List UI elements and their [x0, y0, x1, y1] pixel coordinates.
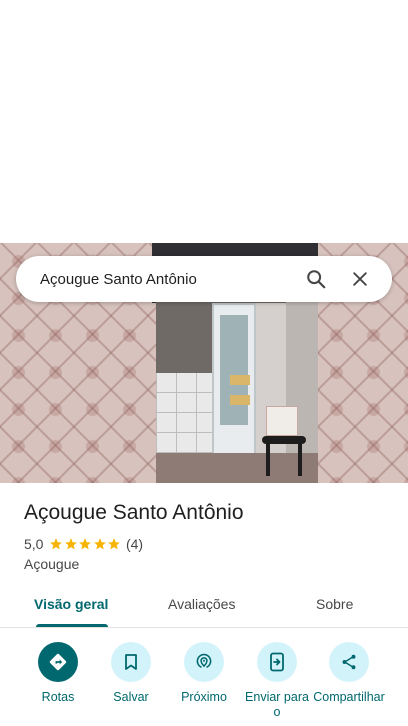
place-tabs: Visão geral Avaliações Sobre: [0, 584, 408, 628]
rating-value: 5,0: [24, 536, 44, 552]
search-query[interactable]: Açougue Santo Antônio: [40, 271, 298, 288]
paper-sign: [266, 406, 298, 436]
tab-overview[interactable]: Visão geral: [34, 596, 108, 612]
search-bar[interactable]: Açougue Santo Antônio: [16, 256, 392, 302]
bookmark-icon[interactable]: [111, 642, 151, 682]
map-area: [0, 0, 408, 243]
tab-about[interactable]: Sobre: [316, 596, 353, 612]
star-icon: [79, 538, 92, 550]
close-icon[interactable]: [342, 261, 378, 297]
save-button[interactable]: Salvar: [95, 640, 167, 705]
nearby-button[interactable]: Próximo: [168, 640, 240, 705]
directions-label[interactable]: Rotas: [22, 690, 94, 705]
send-to-phone-icon[interactable]: [257, 642, 297, 682]
place-title: Açougue Santo Antônio: [24, 501, 244, 524]
save-label[interactable]: Salvar: [95, 690, 167, 705]
star-icon: [65, 538, 77, 550]
stool-leg: [298, 442, 302, 476]
rating-row[interactable]: 5,0 (4): [24, 536, 143, 552]
action-bar: Rotas Salvar Próximo Enviar para o Compa…: [0, 640, 408, 726]
stool-leg: [266, 442, 270, 476]
review-count[interactable]: (4): [126, 536, 143, 552]
send-to-phone-button[interactable]: Enviar para o: [241, 640, 313, 720]
send-to-phone-label[interactable]: Enviar para o: [241, 690, 313, 720]
tab-reviews[interactable]: Avaliações: [168, 596, 235, 612]
share-label[interactable]: Compartilhar: [313, 690, 385, 705]
directions-icon[interactable]: [38, 642, 78, 682]
tiled-counter: [156, 373, 216, 453]
nearby-label[interactable]: Próximo: [168, 690, 240, 705]
refrigerator: [212, 303, 256, 463]
star-icon: [50, 538, 63, 550]
stool: [262, 436, 306, 476]
refrigerator-item: [230, 375, 250, 385]
place-category: Açougue: [24, 556, 80, 572]
active-tab-indicator: [36, 624, 108, 627]
rating-stars: [49, 537, 122, 551]
refrigerator-item: [230, 395, 250, 405]
share-icon[interactable]: [329, 642, 369, 682]
share-button[interactable]: Compartilhar: [313, 640, 385, 705]
nearby-icon[interactable]: [184, 642, 224, 682]
star-icon: [108, 538, 121, 550]
directions-button[interactable]: Rotas: [22, 640, 94, 705]
search-icon[interactable]: [298, 261, 334, 297]
refrigerator-glass: [220, 315, 250, 425]
star-icon: [94, 538, 106, 550]
